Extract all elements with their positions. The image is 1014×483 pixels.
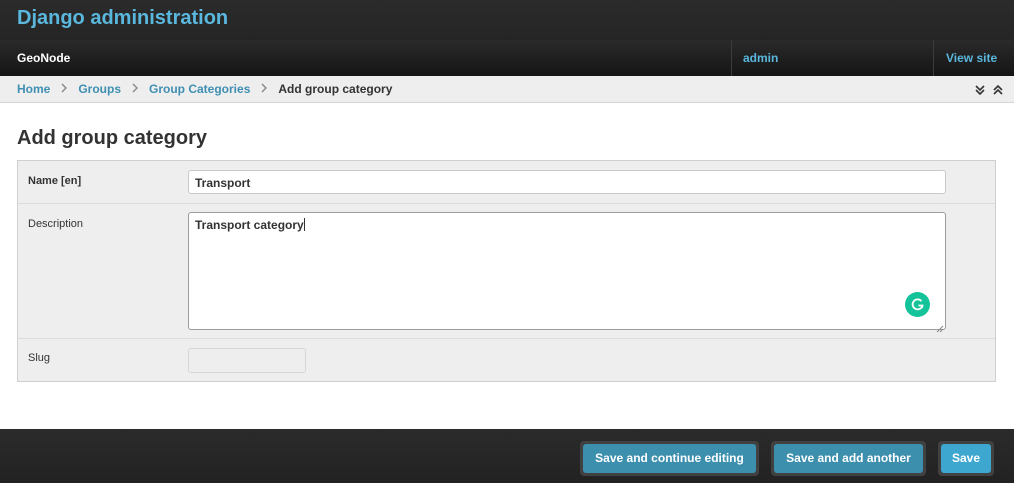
chevron-right-icon	[61, 82, 68, 96]
user-tools-bar: GeoNode admin View site	[0, 40, 1014, 76]
save-continue-label[interactable]: Save and continue editing	[583, 444, 756, 473]
breadcrumb-groups[interactable]: Groups	[78, 82, 121, 96]
description-textarea[interactable]: Transport category	[188, 212, 946, 333]
site-name: GeoNode	[17, 51, 71, 65]
site-brand[interactable]: Django administration	[17, 7, 228, 30]
view-site-label[interactable]: View site	[946, 51, 997, 65]
text-caret	[303, 218, 305, 231]
collapse-up-icon[interactable]	[992, 83, 1004, 101]
form-row-description: Description Transport category	[18, 204, 995, 339]
description-label: Description	[28, 218, 84, 230]
breadcrumb: Home Groups Group Categories Add group c…	[0, 76, 1014, 103]
name-field[interactable]: Transport	[188, 170, 946, 194]
grammarly-icon[interactable]	[905, 292, 930, 317]
chevron-right-icon	[132, 82, 139, 96]
resize-handle-icon[interactable]	[936, 320, 944, 333]
name-label: Name [en]	[28, 175, 82, 187]
view-site-link[interactable]: View site	[933, 40, 1014, 76]
form-row-name: Name [en] Transport	[18, 161, 995, 204]
breadcrumb-current: Add group category	[278, 82, 393, 96]
breadcrumb-group-categories[interactable]: Group Categories	[149, 82, 250, 96]
description-value: Transport category	[195, 218, 304, 232]
form-row-slug: Slug	[18, 339, 995, 381]
page-title: Add group category	[17, 127, 208, 149]
group-category-form: Name [en] Transport Description Transpor…	[17, 160, 996, 382]
save-add-another-button[interactable]: Save and add another	[771, 441, 926, 476]
user-menu[interactable]: admin	[731, 40, 933, 76]
save-button[interactable]: Save	[938, 441, 994, 476]
slug-field[interactable]	[188, 348, 306, 373]
header: Django administration GeoNode admin View…	[0, 0, 1014, 76]
save-add-another-label[interactable]: Save and add another	[774, 444, 923, 473]
collapse-down-icon[interactable]	[974, 83, 986, 101]
user-name-link[interactable]: admin	[743, 51, 778, 65]
save-label[interactable]: Save	[941, 444, 991, 473]
chevron-right-icon	[261, 82, 268, 96]
breadcrumb-home[interactable]: Home	[17, 82, 50, 96]
slug-label: Slug	[28, 352, 51, 364]
submit-row: Save and continue editing Save and add a…	[0, 429, 1014, 483]
save-continue-button[interactable]: Save and continue editing	[580, 441, 759, 476]
